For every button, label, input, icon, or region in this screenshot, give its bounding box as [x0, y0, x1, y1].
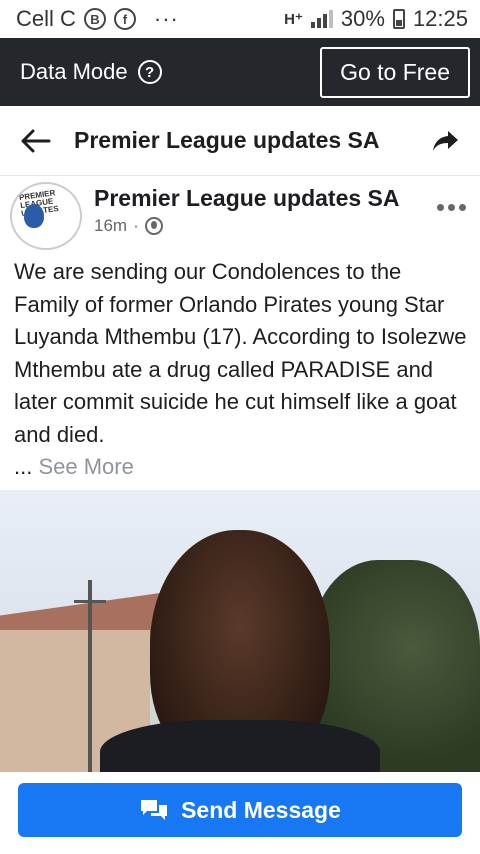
data-mode-info[interactable]: Data Mode ?	[20, 59, 162, 85]
share-icon[interactable]	[430, 125, 462, 157]
carrier-name: Cell C	[16, 6, 76, 31]
signal-icon	[310, 10, 333, 28]
photo-pole-arm	[74, 600, 106, 603]
post-header: PREMIER LEAGUE UPDATES Premier League up…	[0, 176, 480, 252]
b-badge-icon: B	[83, 8, 106, 30]
facebook-notification-icon: f	[113, 8, 136, 30]
status-bar: Cell C B f ··· H⁺ 30% 12:25	[0, 0, 480, 38]
page-avatar[interactable]: PREMIER LEAGUE UPDATES	[10, 182, 82, 250]
go-to-free-button[interactable]: Go to Free	[320, 46, 470, 98]
avatar-logo-mark	[24, 204, 44, 228]
post-author[interactable]: Premier League updates SA	[94, 185, 437, 212]
post-time[interactable]: 16m	[94, 216, 127, 236]
clock: 12:25	[412, 6, 468, 31]
page-title: Premier League updates SA	[74, 127, 380, 153]
globe-icon	[144, 217, 163, 235]
post-text: We are sending our Condolences to the Fa…	[14, 259, 467, 447]
more-notifications-icon: ···	[153, 6, 179, 31]
help-icon[interactable]: ?	[137, 60, 162, 84]
post-body: We are sending our Condolences to the Fa…	[14, 256, 470, 484]
post-subline: 16m ·	[94, 216, 437, 236]
ellipsis: ...	[14, 454, 33, 479]
battery-percent: 30%	[340, 6, 385, 31]
post-photo[interactable]	[0, 490, 480, 772]
separator: ·	[133, 216, 139, 235]
data-mode-bar: Data Mode ? Go to Free	[0, 38, 480, 106]
status-right: H⁺ 30% 12:25	[284, 6, 468, 32]
post-meta: Premier League updates SA 16m ·	[94, 182, 437, 252]
battery-icon	[392, 9, 405, 29]
network-type: H⁺	[284, 11, 303, 28]
data-mode-label: Data Mode	[20, 59, 128, 84]
see-more-row: ... See More	[14, 451, 470, 484]
photo-person-jacket	[100, 720, 380, 772]
see-more-link[interactable]: See More	[38, 454, 133, 479]
status-left: Cell C B f ···	[16, 6, 179, 32]
send-message-button[interactable]: Send Message	[18, 783, 462, 837]
chat-bubbles-icon	[139, 797, 169, 823]
photo-pole	[88, 580, 92, 772]
bottom-bar: Send Message	[0, 772, 480, 854]
more-options-icon[interactable]	[437, 204, 466, 252]
page-header: Premier League updates SA	[0, 106, 480, 176]
send-message-label: Send Message	[181, 796, 341, 823]
back-arrow-icon[interactable]	[18, 123, 54, 159]
